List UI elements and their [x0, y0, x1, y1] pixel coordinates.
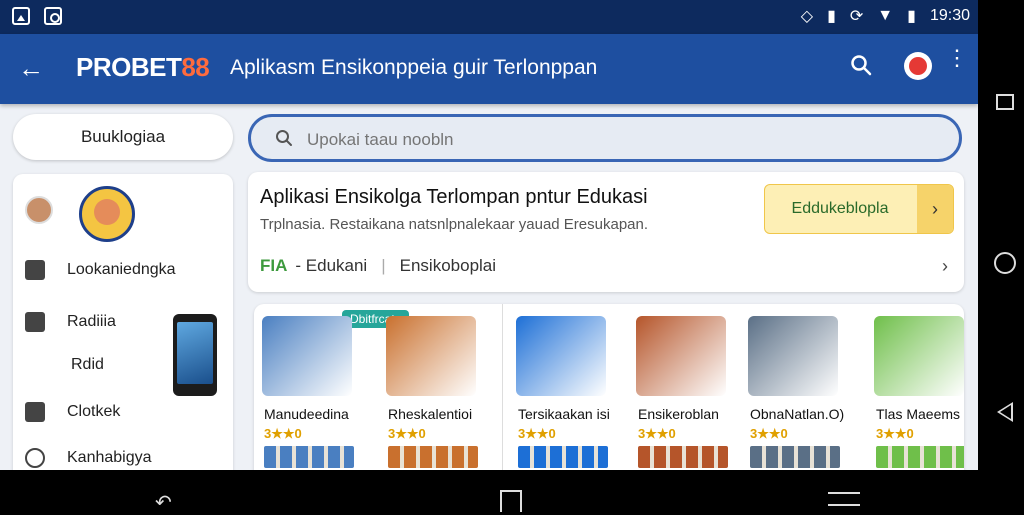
search-input[interactable]: [305, 127, 909, 153]
save-icon: [25, 402, 45, 422]
app-tile-image: [748, 316, 838, 396]
app-tile-name: Rheskalentioi: [388, 406, 473, 422]
feature-card-meta: FIA - Edukani | Ensikoboplai: [260, 256, 496, 276]
app-tile[interactable]: ObnaNatlan.O) 3★★0: [740, 304, 860, 470]
sidebar: Lookaniedngka Radiiia Rdid Clotkek Kanha…: [13, 174, 233, 470]
app-screen: ◇ ▮ ⟳ ▼ ▮ 19:30 ← PROBET88 Aplikasm Ensi…: [0, 0, 978, 470]
sidebar-item-label: Rdid: [71, 356, 104, 373]
app-tile-image: [386, 316, 476, 396]
app-tile-image: [516, 316, 606, 396]
app-tile[interactable]: Ensikeroblan 3★★0: [628, 304, 748, 470]
user-avatar[interactable]: [25, 196, 53, 224]
sidebar-item-clotkek[interactable]: Clotkek: [25, 402, 120, 422]
app-tile-image: [636, 316, 726, 396]
app-tile-thumbnail: [750, 446, 840, 468]
brand-logo[interactable]: PROBET88: [76, 52, 210, 83]
back-icon[interactable]: ↶: [155, 490, 172, 515]
feature-card-button[interactable]: Eddukeblopla ›: [764, 184, 954, 234]
status-time: 19:30: [929, 7, 970, 24]
grid-divider: [502, 304, 503, 470]
system-nav-bottom: ↶: [0, 470, 978, 515]
feature-card[interactable]: Aplikasi Ensikolga Terlompan pntur Eduka…: [248, 172, 964, 292]
app-tile-thumbnail: [876, 446, 964, 468]
clock-icon: [25, 448, 45, 468]
sidebar-item-label: Kanhabigya: [67, 449, 152, 466]
app-tile-thumbnail: [518, 446, 608, 468]
search-bar[interactable]: [248, 114, 962, 162]
app-tile-name: ObnaNatlan.O): [750, 406, 845, 422]
recents-icon[interactable]: [828, 492, 860, 506]
sidebar-item-rdid[interactable]: Rdid: [71, 356, 104, 374]
app-tile-rating: 3★★0: [876, 426, 914, 441]
app-tile-name: Manudeedina: [264, 406, 349, 422]
profile-icon[interactable]: [904, 52, 932, 80]
app-tile-thumbnail: [638, 446, 728, 468]
signal-icon: ▮: [827, 8, 836, 25]
sidebar-item-label: Lookaniedngka: [67, 261, 176, 278]
search-icon: [276, 130, 292, 146]
meta-category: - Edukani: [295, 256, 368, 275]
app-tile-rating: 3★★0: [264, 426, 302, 441]
home-circle-icon[interactable]: [994, 252, 1016, 274]
app-tile-name: Tersikaakan isi: [518, 406, 610, 422]
feature-card-title: Aplikasi Ensikolga Terlompan pntur Eduka…: [260, 186, 648, 208]
category-chip-label: Buuklogiaa: [80, 127, 166, 146]
phone-image: [173, 314, 217, 396]
photo-icon: [12, 7, 30, 25]
category-chip[interactable]: Buuklogiaa: [13, 114, 233, 160]
search-icon[interactable]: [850, 54, 872, 76]
app-tile-image: [262, 316, 352, 396]
back-arrow-icon[interactable]: ←: [18, 54, 44, 82]
rotate-icon: ◇: [800, 8, 814, 25]
app-tile[interactable]: Manudeedina 3★★0: [254, 304, 374, 470]
sidebar-item-radiiia[interactable]: Radiiia: [25, 312, 116, 332]
app-grid: Dbitfrcats Manudeedina 3★★0 Rheskalentioi 3…: [254, 304, 964, 470]
page-title: Aplikasm Ensikonppeia guir Terlonppan: [230, 56, 598, 79]
brand-suffix: 88: [181, 52, 210, 82]
brand-prefix: PROBET: [76, 52, 182, 82]
app-tile-rating: 3★★0: [638, 426, 676, 441]
battery-icon: ▮: [907, 8, 916, 25]
back-triangle-icon[interactable]: [997, 402, 1013, 422]
meta-divider: |: [381, 256, 386, 275]
home-icon[interactable]: [500, 490, 522, 512]
sidebar-item-label: Radiiia: [67, 313, 116, 330]
feature-card-button-label: Eddukeblopla: [791, 200, 889, 217]
app-tile[interactable]: Tersikaakan isi 3★★0: [508, 304, 628, 470]
app-tile[interactable]: Tlas Maeems 3★★0: [866, 304, 964, 470]
wifi-icon: ▼: [877, 7, 894, 24]
meta-secondary: Ensikoboplai: [399, 256, 497, 275]
chevron-right-icon[interactable]: ›: [942, 256, 948, 277]
camera-icon: [44, 7, 62, 25]
app-tile-rating: 3★★0: [750, 426, 788, 441]
status-bar: ◇ ▮ ⟳ ▼ ▮ 19:30: [0, 0, 978, 34]
app-bar: ← PROBET88 Aplikasm Ensikonppeia guir Te…: [0, 34, 978, 104]
chevron-right-icon: ›: [917, 185, 953, 233]
home-lock-icon: [25, 260, 45, 280]
sync-icon: ⟳: [849, 8, 864, 25]
sidebar-item-lookaniedngka[interactable]: Lookaniedngka: [25, 260, 176, 280]
app-tile-rating: 3★★0: [388, 426, 426, 441]
app-tile-name: Ensikeroblan: [638, 406, 719, 422]
app-tile-image: [874, 316, 964, 396]
meta-tag: FIA: [260, 256, 288, 275]
app-tile-thumbnail: [264, 446, 354, 468]
more-vert-icon[interactable]: ⋮: [946, 47, 968, 69]
app-tile-name: Tlas Maeems: [876, 406, 961, 422]
app-tile-thumbnail: [388, 446, 478, 468]
feature-card-description: Trplnasia. Restaikana natsnlpnalekaar ya…: [260, 216, 649, 233]
recents-square-icon[interactable]: [996, 94, 1014, 110]
app-tile-rating: 3★★0: [518, 426, 556, 441]
sidebar-item-kanhabigya[interactable]: Kanhabigya: [25, 448, 152, 468]
app-tile[interactable]: Rheskalentioi 3★★0: [378, 304, 498, 470]
sidebar-item-label: Clotkek: [67, 403, 121, 420]
inbox-icon: [25, 312, 45, 332]
sidebar-logo: [79, 186, 135, 242]
